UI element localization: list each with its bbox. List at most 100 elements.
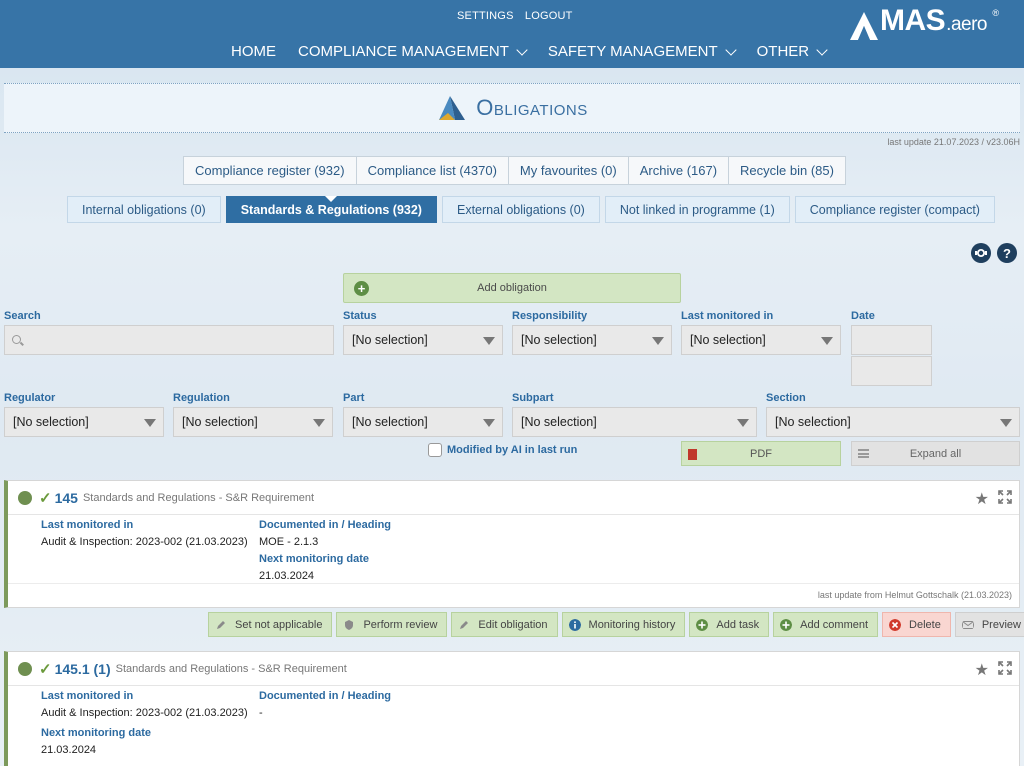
date-to-input[interactable] (851, 356, 932, 386)
obligation-number[interactable]: 145.1 (1) (55, 661, 111, 677)
regulator-select[interactable]: [No selection] (4, 407, 164, 437)
add-task-button[interactable]: Add task (689, 612, 770, 637)
primary-tabs: Compliance register (932) Compliance lis… (183, 156, 846, 185)
edit-obligation-button[interactable]: Edit obligation (451, 612, 558, 637)
monitoring-history-button[interactable]: Monitoring history (561, 612, 686, 637)
preview-mail-label: Preview Mail (981, 618, 1024, 631)
obligation-number[interactable]: 145 (55, 490, 78, 506)
obligation-type: Standards and Regulations - S&R Requirem… (115, 662, 347, 675)
check-icon: ✓ (39, 660, 52, 678)
tab-compliance-register-compact[interactable]: Compliance register (compact) (794, 196, 995, 223)
add-obligation-label: Add obligation (477, 282, 547, 294)
tab-archive[interactable]: Archive (167) (628, 156, 730, 185)
section-select[interactable]: [No selection] (766, 407, 1020, 437)
responsibility-select-value: [No selection] (521, 333, 597, 347)
close-circle-icon (889, 618, 902, 631)
amas-logo[interactable]: MAS.aero ® (848, 4, 999, 42)
search-label: Search (4, 310, 41, 322)
responsibility-label: Responsibility (512, 310, 588, 322)
documented-field-value: MOE - 2.1.3 (259, 536, 319, 548)
nav-compliance-management[interactable]: COMPLIANCE MANAGEMENT (298, 43, 528, 60)
section-select-value: [No selection] (775, 415, 851, 429)
delete-label: Delete (909, 618, 941, 631)
support-agent-icon[interactable] (971, 243, 991, 263)
page-title-bar: Obligations (4, 83, 1020, 133)
nav-safety-management[interactable]: SAFETY MANAGEMENT (547, 43, 737, 60)
obligations-icon (439, 96, 466, 120)
tab-external-obligations[interactable]: External obligations (0) (441, 196, 600, 223)
responsibility-select[interactable]: [No selection] (512, 325, 672, 355)
expand-icon[interactable] (998, 661, 1012, 675)
dropdown-arrow-icon (737, 419, 749, 427)
obligation-card: ✓ 145.1 (1) Standards and Regulations - … (4, 651, 1020, 766)
settings-link[interactable]: SETTINGS (457, 10, 514, 22)
chevron-down-icon (516, 43, 528, 56)
regulation-label: Regulation (173, 392, 230, 404)
star-icon[interactable]: ★ (975, 489, 989, 509)
chevron-down-icon (724, 43, 737, 56)
part-select[interactable]: [No selection] (343, 407, 503, 437)
regulation-select[interactable]: [No selection] (173, 407, 333, 437)
dropdown-arrow-icon (313, 419, 325, 427)
add-obligation-button[interactable]: + Add obligation (343, 273, 681, 303)
dropdown-arrow-icon (821, 337, 833, 345)
ai-modified-filter[interactable]: Modified by AI in last run (428, 443, 577, 457)
expand-icon[interactable] (998, 490, 1012, 504)
search-input[interactable] (4, 325, 334, 355)
edit-obligation-label: Edit obligation (478, 618, 548, 631)
tab-recycle-bin[interactable]: Recycle bin (85) (729, 156, 846, 185)
status-dot (18, 490, 32, 505)
subpart-select[interactable]: [No selection] (512, 407, 757, 437)
ai-modified-checkbox[interactable] (428, 443, 442, 457)
last-monitored-select[interactable]: [No selection] (681, 325, 841, 355)
envelope-icon (961, 620, 974, 629)
subpart-select-value: [No selection] (521, 415, 597, 429)
tab-internal-obligations[interactable]: Internal obligations (0) (67, 196, 221, 223)
tab-standards-regulations[interactable]: Standards & Regulations (932) (225, 196, 437, 223)
obligation-card: ✓ 145 Standards and Regulations - S&R Re… (4, 480, 1020, 608)
set-not-applicable-button[interactable]: Set not applicable (208, 612, 333, 637)
status-select[interactable]: [No selection] (343, 325, 503, 355)
tab-compliance-list[interactable]: Compliance list (4370) (356, 156, 509, 185)
tab-my-favourites[interactable]: My favourites (0) (508, 156, 629, 185)
card-footer: last update from Helmut Gottschalk (21.0… (8, 583, 1019, 607)
next-monitoring-label: Next monitoring date (259, 553, 370, 565)
plus-circle-icon: + (354, 281, 369, 296)
status-label: Status (343, 310, 377, 322)
ai-modified-label: Modified by AI in last run (447, 444, 578, 456)
shield-icon (345, 619, 354, 630)
star-icon[interactable]: ★ (975, 660, 989, 680)
perform-review-button[interactable]: Perform review (336, 612, 448, 637)
utility-links: SETTINGS LOGOUT (457, 10, 581, 22)
pdf-label: PDF (750, 447, 772, 460)
preview-mail-button[interactable]: Preview Mail (954, 612, 1024, 637)
pencil-icon (460, 620, 469, 629)
add-comment-button[interactable]: Add comment (773, 612, 879, 637)
add-comment-label: Add comment (800, 618, 869, 631)
date-from-input[interactable] (851, 325, 932, 355)
dropdown-arrow-icon (144, 419, 156, 427)
subpart-label: Subpart (512, 392, 554, 404)
last-monitored-field-value: Audit & Inspection: 2023-002 (21.03.2023… (41, 707, 248, 719)
pencil-icon (217, 620, 225, 629)
obligation-type: Standards and Regulations - S&R Requirem… (82, 491, 315, 504)
nav-safety-label: SAFETY MANAGEMENT (547, 43, 718, 60)
tab-not-linked[interactable]: Not linked in programme (1) (604, 196, 790, 223)
pdf-button[interactable]: PDF (681, 441, 841, 466)
help-icon[interactable]: ? (997, 243, 1017, 263)
status-dot (18, 661, 32, 676)
nav-other[interactable]: OTHER (757, 43, 828, 60)
expand-all-button[interactable]: Expand all (851, 441, 1020, 466)
tab-compliance-register[interactable]: Compliance register (932) (183, 156, 357, 185)
regulation-select-value: [No selection] (182, 415, 258, 429)
help-icons: ? (971, 243, 1017, 263)
next-monitoring-value: 21.03.2024 (41, 744, 97, 756)
documented-field-value: - (259, 707, 263, 719)
card-header[interactable]: ✓ 145.1 (1) Standards and Regulations - … (8, 652, 1019, 686)
card-header[interactable]: ✓ 145 Standards and Regulations - S&R Re… (8, 481, 1019, 515)
logout-link[interactable]: LOGOUT (525, 10, 573, 22)
dropdown-arrow-icon (1000, 419, 1012, 427)
nav-home[interactable]: HOME (231, 43, 276, 60)
delete-button[interactable]: Delete (882, 612, 951, 637)
last-monitored-field-label: Last monitored in (41, 690, 134, 702)
